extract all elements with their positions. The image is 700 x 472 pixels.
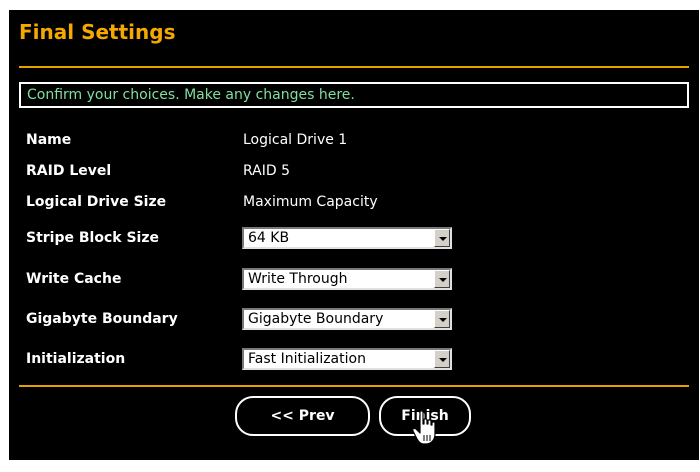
page-title: Final Settings [19, 20, 176, 44]
row-stripe-block-size: Stripe Block Size 64 KB [26, 225, 686, 251]
gigabyte-boundary-selected: Gigabyte Boundary [248, 311, 384, 327]
logical-drive-size-value: Maximum Capacity [243, 194, 378, 210]
chevron-down-icon[interactable] [434, 310, 450, 328]
row-gigabyte-boundary: Gigabyte Boundary Gigabyte Boundary [26, 306, 686, 332]
initialization-selected: Fast Initialization [248, 351, 366, 367]
name-label: Name [26, 132, 72, 148]
hand-pointer-icon [412, 410, 436, 445]
gigabyte-boundary-label: Gigabyte Boundary [26, 311, 178, 327]
initialization-label: Initialization [26, 351, 126, 367]
write-cache-selected: Write Through [248, 271, 348, 287]
raid-level-label: RAID Level [26, 163, 112, 179]
gigabyte-boundary-select[interactable]: Gigabyte Boundary [242, 308, 452, 330]
window-frame: Final Settings Confirm your choices. Mak… [0, 0, 700, 472]
chevron-down-icon[interactable] [434, 350, 450, 368]
stripe-block-size-selected: 64 KB [248, 230, 290, 246]
stripe-block-size-label: Stripe Block Size [26, 230, 159, 246]
chevron-down-icon[interactable] [434, 270, 450, 288]
info-banner: Confirm your choices. Make any changes h… [19, 82, 689, 108]
row-raid-level: RAID Level RAID 5 [26, 158, 686, 184]
write-cache-select[interactable]: Write Through [242, 268, 452, 290]
name-value: Logical Drive 1 [243, 132, 348, 148]
write-cache-label: Write Cache [26, 271, 122, 287]
stripe-block-size-select[interactable]: 64 KB [242, 227, 452, 249]
raid-level-value: RAID 5 [243, 163, 291, 179]
footer-divider [19, 385, 689, 387]
initialization-select[interactable]: Fast Initialization [242, 348, 452, 370]
row-logical-drive-size: Logical Drive Size Maximum Capacity [26, 189, 686, 215]
row-name: Name Logical Drive 1 [26, 127, 686, 153]
row-initialization: Initialization Fast Initialization [26, 346, 686, 372]
chevron-down-icon[interactable] [434, 229, 450, 247]
title-divider [19, 66, 689, 68]
row-write-cache: Write Cache Write Through [26, 266, 686, 292]
prev-button[interactable]: << Prev [235, 396, 370, 436]
logical-drive-size-label: Logical Drive Size [26, 194, 167, 210]
